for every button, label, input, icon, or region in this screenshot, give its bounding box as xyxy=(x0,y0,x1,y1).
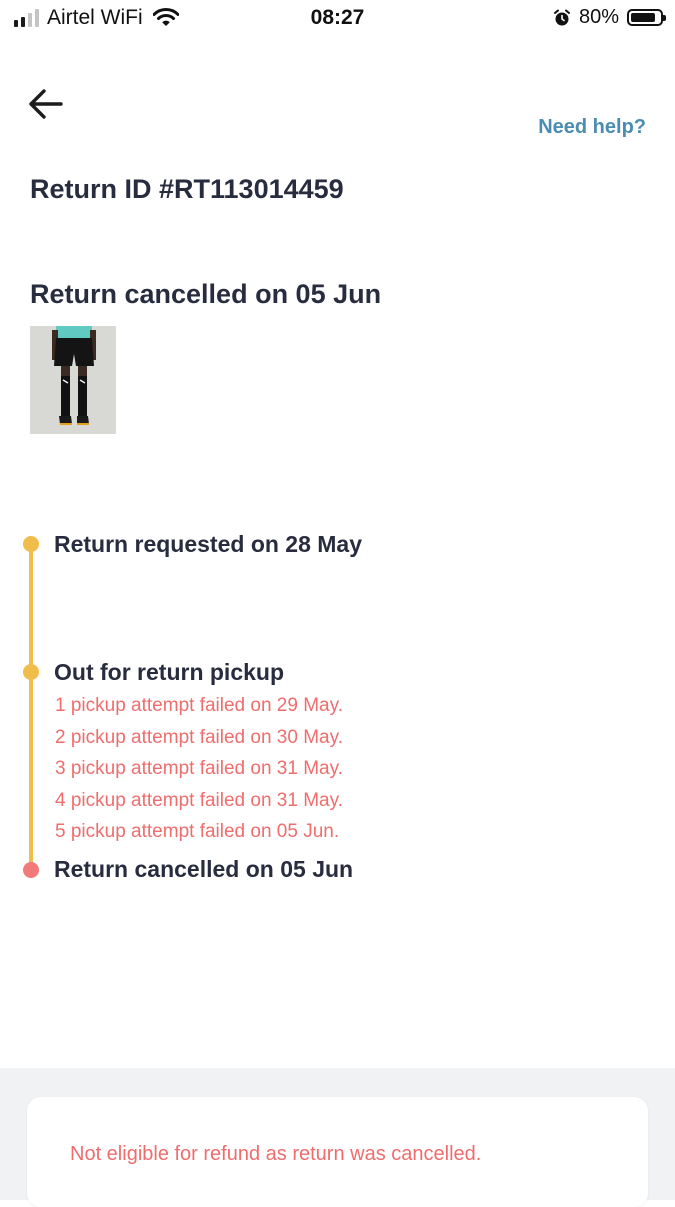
timeline-step-pickup: Out for return pickup xyxy=(54,659,284,685)
status-bar-right: 80% xyxy=(553,6,666,29)
timeline-step-cancelled: Return cancelled on 05 Jun xyxy=(54,856,354,882)
pickup-attempt-note: 1 pickup attempt failed on 29 May. xyxy=(55,695,343,716)
pickup-attempt-note: 2 pickup attempt failed on 30 May. xyxy=(55,727,343,748)
pickup-attempt-note: 4 pickup attempt failed on 31 May. xyxy=(55,790,343,811)
back-button[interactable] xyxy=(26,86,66,122)
pickup-attempt-note: 5 pickup attempt failed on 05 Jun. xyxy=(55,821,340,842)
need-help-link[interactable]: Need help? xyxy=(538,116,646,139)
battery-icon xyxy=(627,9,666,26)
alarm-icon xyxy=(553,9,571,27)
product-photo-illustration xyxy=(30,326,116,434)
timeline-dot-requested xyxy=(23,536,39,552)
pickup-attempt-note: 3 pickup attempt failed on 31 May. xyxy=(55,758,343,779)
refund-ineligible-note: Not eligible for refund as return was ca… xyxy=(70,1143,482,1165)
timeline-dot-cancelled xyxy=(23,862,39,878)
product-image[interactable] xyxy=(30,326,116,434)
return-id: Return ID #RT113014459 xyxy=(30,174,344,204)
timeline-dot-pickup xyxy=(23,664,39,680)
arrow-left-icon xyxy=(29,89,63,119)
refund-card: Not eligible for refund as return was ca… xyxy=(27,1097,648,1207)
battery-percentage: 80% xyxy=(578,6,619,28)
return-status-title: Return cancelled on 05 Jun xyxy=(30,279,382,309)
timeline-step-requested: Return requested on 28 May xyxy=(54,531,363,557)
timeline-line xyxy=(29,545,33,870)
status-bar: Airtel WiFi 08:27 80% xyxy=(0,0,675,38)
